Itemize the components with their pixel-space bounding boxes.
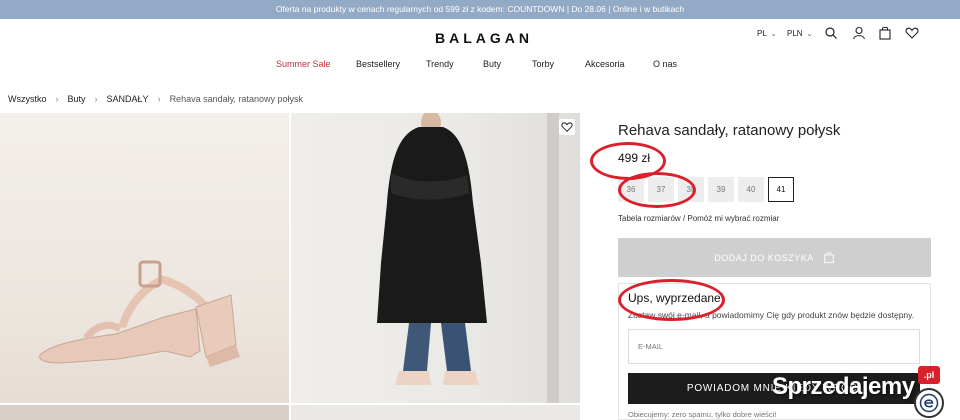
nav-akcesoria[interactable]: Akcesoria	[585, 59, 625, 69]
currency-select[interactable]: PLN ⌄	[787, 29, 812, 38]
chevron-right-icon: ›	[94, 94, 98, 104]
nav-buty[interactable]: Buty	[483, 59, 501, 69]
breadcrumb-wszystko[interactable]: Wszystko	[8, 94, 47, 104]
breadcrumb: Wszystko › Buty › SANDAŁY › Rehava sanda…	[8, 93, 303, 105]
watermark-badge: .pl	[918, 366, 940, 384]
product-photo-3[interactable]	[0, 405, 289, 420]
annotation-ring-soldout	[618, 279, 725, 321]
product-photo-model[interactable]	[291, 113, 580, 403]
e-icon	[919, 393, 939, 413]
site-header: BALAGAN PL ⌄ PLN ⌄ Summer Sale Bestsellery…	[0, 19, 960, 89]
language-value: PL	[757, 29, 767, 38]
size-option[interactable]: 39	[708, 177, 734, 202]
search-icon[interactable]	[824, 26, 838, 40]
product-photo-sandal[interactable]	[0, 113, 289, 403]
language-select[interactable]: PL ⌄	[757, 29, 777, 38]
size-option-selected[interactable]: 41	[768, 177, 794, 202]
annotation-ring-sizes	[618, 172, 696, 208]
currency-value: PLN	[787, 29, 803, 38]
brand-logo[interactable]: BALAGAN	[0, 30, 960, 46]
size-guide-link[interactable]: Tabela rozmiarów / Pomóż mi wybrać rozmi…	[618, 214, 779, 223]
bag-icon	[824, 252, 834, 264]
nav-torby[interactable]: Torby	[532, 59, 554, 69]
chevron-right-icon: ›	[55, 94, 59, 104]
wishlist-button[interactable]	[559, 119, 575, 135]
add-to-cart-button[interactable]: DODAJ DO KOSZYKA	[618, 238, 931, 277]
promo-banner[interactable]: Oferta na produkty w cenach regularnych …	[0, 0, 960, 19]
nav-o-nas[interactable]: O nas	[653, 59, 677, 69]
user-icon[interactable]	[852, 26, 866, 40]
product-title: Rehava sandały, ratanowy połysk	[618, 122, 841, 139]
nav-trendy[interactable]: Trendy	[426, 59, 454, 69]
breadcrumb-current: Rehava sandały, ratanowy połysk	[169, 94, 303, 104]
chevron-right-icon: ›	[157, 94, 161, 104]
nav-summer-sale[interactable]: Summer Sale	[276, 59, 331, 69]
email-field[interactable]	[628, 329, 920, 364]
breadcrumb-sandaly[interactable]: SANDAŁY	[107, 94, 149, 104]
size-option[interactable]: 40	[738, 177, 764, 202]
nav-bestsellery[interactable]: Bestsellery	[356, 59, 400, 69]
heart-icon[interactable]	[905, 26, 919, 40]
sandal-illustration	[39, 260, 240, 367]
add-to-cart-label: DODAJ DO KOSZYKA	[714, 252, 814, 263]
chevron-down-icon: ⌄	[806, 30, 813, 38]
breadcrumb-buty[interactable]: Buty	[68, 94, 86, 104]
bag-icon[interactable]	[878, 26, 892, 40]
chevron-down-icon: ⌄	[770, 30, 777, 38]
watermark-logo: Sprzedajemy	[772, 373, 915, 400]
heart-icon	[561, 122, 573, 132]
model-illustration	[377, 113, 559, 403]
trust-badge-icon[interactable]	[914, 388, 944, 418]
product-photo-4[interactable]	[291, 405, 580, 420]
spam-note: Obiecujemy: zero spamu, tylko dobre wieś…	[628, 410, 777, 419]
